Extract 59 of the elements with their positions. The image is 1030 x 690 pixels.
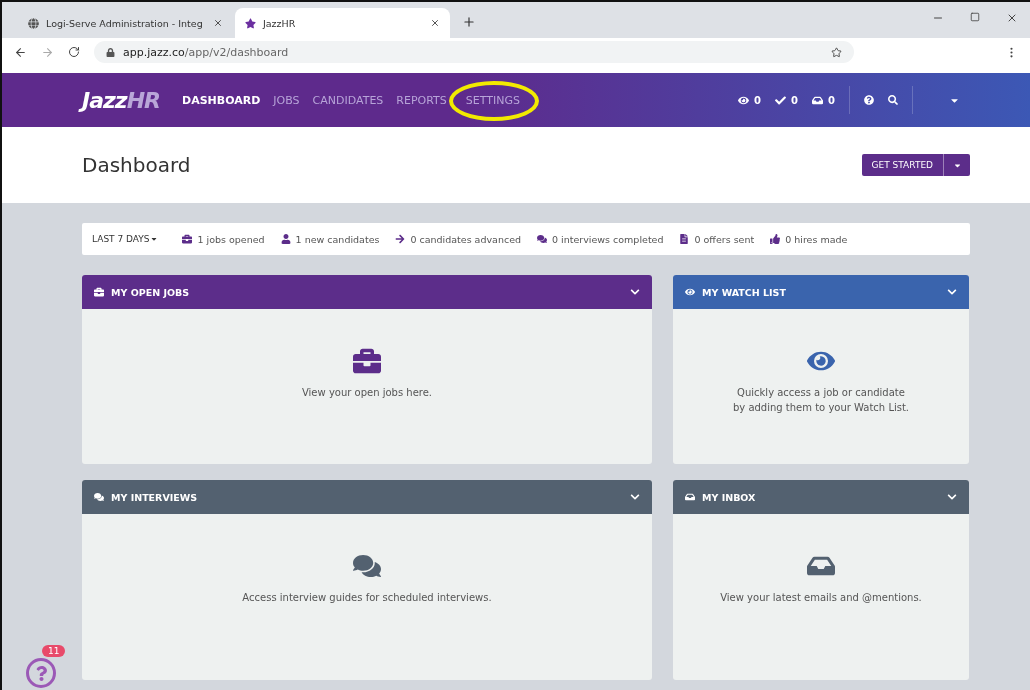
briefcase-icon [182, 234, 193, 244]
globe-icon [28, 17, 39, 29]
page-title: Dashboard [82, 153, 191, 177]
nav-link[interactable]: JOBS [273, 93, 300, 107]
back-icon[interactable] [14, 45, 27, 59]
chat-icon [537, 234, 548, 244]
arrow-icon [395, 234, 406, 244]
lock-icon [106, 47, 115, 57]
close-icon[interactable] [1006, 12, 1018, 24]
address-field[interactable]: app.jazz.co/app/v2/dashboard [94, 41, 854, 63]
stat-text: 0 candidates advanced [410, 233, 522, 245]
nav-link[interactable]: DASHBOARD [182, 93, 261, 107]
star-icon [245, 17, 256, 29]
nav-link[interactable]: REPORTS [396, 93, 447, 107]
get-started-button[interactable]: GET STARTED [861, 154, 944, 176]
header-icon [685, 287, 695, 297]
counter[interactable]: 0 [738, 94, 762, 106]
header-icon [94, 492, 104, 502]
maximize-icon[interactable] [970, 12, 980, 22]
new-tab-icon[interactable] [462, 15, 476, 29]
help-button[interactable] [26, 658, 56, 688]
close-icon[interactable] [213, 18, 223, 28]
chat-icon [353, 552, 381, 580]
card-header[interactable]: MY INTERVIEWS [82, 480, 652, 514]
counter[interactable]: 0 [775, 94, 799, 106]
card-header[interactable]: MY INBOX [673, 480, 969, 514]
search-icon[interactable] [888, 95, 898, 105]
caret-icon [150, 235, 159, 243]
chevron-icon[interactable] [947, 287, 957, 297]
card-header[interactable]: MY WATCH LIST [673, 275, 969, 309]
nav-link[interactable]: CANDIDATES [312, 93, 384, 107]
card-message: Quickly access a job or candidate by adding them to your Watch List. [732, 386, 910, 415]
card-message: View your latest emails and @mentions. [720, 591, 922, 605]
card-header[interactable]: MY OPEN JOBS [82, 275, 652, 309]
file-icon [679, 234, 690, 244]
stat-text: 0 interviews completed [552, 233, 664, 245]
header-icon [94, 287, 104, 297]
reload-icon[interactable] [68, 46, 80, 58]
card-message: Access interview guides for scheduled interviews. [242, 591, 492, 605]
briefcase-icon [353, 347, 381, 375]
date-range-dropdown[interactable]: LAST 7 DAYS [92, 234, 159, 244]
header-icon [685, 492, 695, 502]
close-icon[interactable] [430, 18, 440, 28]
stat-text: 1 jobs opened [197, 233, 265, 245]
stat-text: 0 hires made [785, 233, 848, 245]
stat-text: 0 offers sent [694, 233, 755, 245]
help-icon[interactable] [864, 95, 874, 105]
card-message: View your open jobs here. [301, 386, 433, 400]
nav-link[interactable]: SETTINGS [465, 93, 520, 107]
chevron-icon[interactable] [630, 492, 640, 502]
thumb-icon [770, 234, 781, 244]
chevron-icon[interactable] [947, 492, 957, 502]
star-icon[interactable] [831, 46, 842, 58]
stat-text: 1 new candidates [295, 233, 380, 245]
browser-tab[interactable]: Logi-Serve Administration - Integ [18, 8, 233, 38]
chevron-icon[interactable] [630, 287, 640, 297]
counter[interactable]: 0 [812, 94, 835, 106]
user-icon [280, 234, 291, 244]
browser-tab[interactable]: JazzHR [235, 8, 450, 38]
